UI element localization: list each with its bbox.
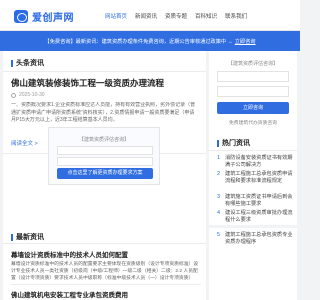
- hot-list-item[interactable]: 4 建设工程三级资质审批办理流程什么要求: [217, 210, 293, 224]
- hot-list-item[interactable]: 5 建筑工程施工总承包资质专业资质办理程序: [217, 232, 293, 246]
- divider: [209, 150, 297, 151]
- announcement-banner: 【免费咨询】最新资讯：建筑资质办理条件免费咨询，近期公告审核通过政策中 → 立即…: [0, 31, 300, 51]
- section-marker: [217, 139, 219, 147]
- article-title[interactable]: 佛山建筑装修装饰工程一级资质办理流程: [11, 77, 164, 89]
- section-marker: [11, 233, 13, 241]
- nav-home[interactable]: 网站首页: [105, 12, 127, 20]
- consult-label: 【建筑资质评估咨询】: [78, 137, 129, 143]
- headline-card: 头条资讯 佛山建筑装修装饰工程一级资质办理流程 2025-10-30 一、资质概…: [3, 51, 206, 260]
- nav-qualification[interactable]: 资质专题: [165, 12, 187, 20]
- banner-cta-link[interactable]: 立即咨询: [235, 38, 256, 45]
- hot-section-title: 热门资讯: [217, 138, 250, 148]
- latest-news-card: 最新资讯 幕墙设计资质标准中的技术人员如何配置 幕墙设计资质标准中的技术人员的配…: [3, 230, 206, 300]
- divider: [3, 71, 206, 72]
- divider: [11, 284, 201, 285]
- main-nav: 网站首页 新闻资讯 资质专题 百科知识 联系我们: [105, 12, 247, 20]
- consult-phone-field[interactable]: [57, 157, 153, 166]
- latest-item-title[interactable]: 幕墙设计资质标准中的技术人员如何配置: [11, 249, 128, 259]
- hot-list-item[interactable]: 1 消防设备安装资质证书有效期满子公司解决方: [217, 155, 293, 169]
- latest-section-title: 最新资讯: [11, 232, 44, 242]
- side-consult-footnote: 免费建筑代办资质咨询: [229, 121, 277, 126]
- consult-submit-button[interactable]: 点击这里了解更资质办理要求方案: [57, 168, 153, 179]
- site-header: 爱创声网 网站首页 新闻资讯 资质专题 百科知识 联系我们: [0, 0, 300, 31]
- sidebar-hot-continued: 5 建筑工程施工总承包资质专业资质办理程序: [209, 228, 297, 300]
- nav-wiki[interactable]: 百科知识: [195, 12, 217, 20]
- section-marker: [11, 59, 13, 67]
- side-consult-label: 【建筑资质评估咨询】: [227, 61, 278, 67]
- side-name-field[interactable]: [217, 71, 289, 82]
- site-logo[interactable]: 爱创声网: [14, 9, 74, 24]
- article-date: 2025-10-30: [11, 92, 45, 98]
- divider: [3, 243, 206, 244]
- clock-icon: [11, 92, 16, 98]
- banner-text: 【免费咨询】最新资讯：建筑资质办理条件免费咨询，近期公告审核通过政策中 →: [44, 38, 233, 45]
- nav-contact[interactable]: 联系我们: [225, 12, 247, 20]
- logo-icon: [14, 10, 28, 23]
- headline-section-title: 头条资讯: [11, 58, 44, 68]
- inline-consult-box: 【建筑资质评估咨询】 点击这里了解更资质办理要求方案: [48, 127, 160, 185]
- latest-item-excerpt: 幕墙设计资质标准中的技术人员的配置要求主要体现在资质级别（设计专项资质标准）设计…: [11, 262, 199, 281]
- consult-name-field[interactable]: [57, 146, 153, 155]
- side-consult-button[interactable]: 立即咨询: [217, 102, 289, 114]
- nav-news[interactable]: 新闻资讯: [135, 12, 157, 20]
- hot-list-item[interactable]: 2 建筑工程施工总承包资质申请流程和要求标准流程规定: [217, 171, 293, 185]
- hot-list-item[interactable]: 3 建筑施工资质证书申请后到会有哪些施工要求: [217, 194, 293, 208]
- read-more-link[interactable]: 阅读全文 >: [11, 139, 38, 147]
- logo-text: 爱创声网: [32, 13, 74, 24]
- side-phone-field[interactable]: [217, 86, 289, 97]
- sidebar-consult-card: 【建筑资质评估咨询】 立即咨询 免费建筑代办资质咨询 热门资讯 1 消防设备安装…: [209, 51, 297, 225]
- latest-item-title[interactable]: 佛山建筑机电安装工程专业承包资质费用: [11, 289, 128, 299]
